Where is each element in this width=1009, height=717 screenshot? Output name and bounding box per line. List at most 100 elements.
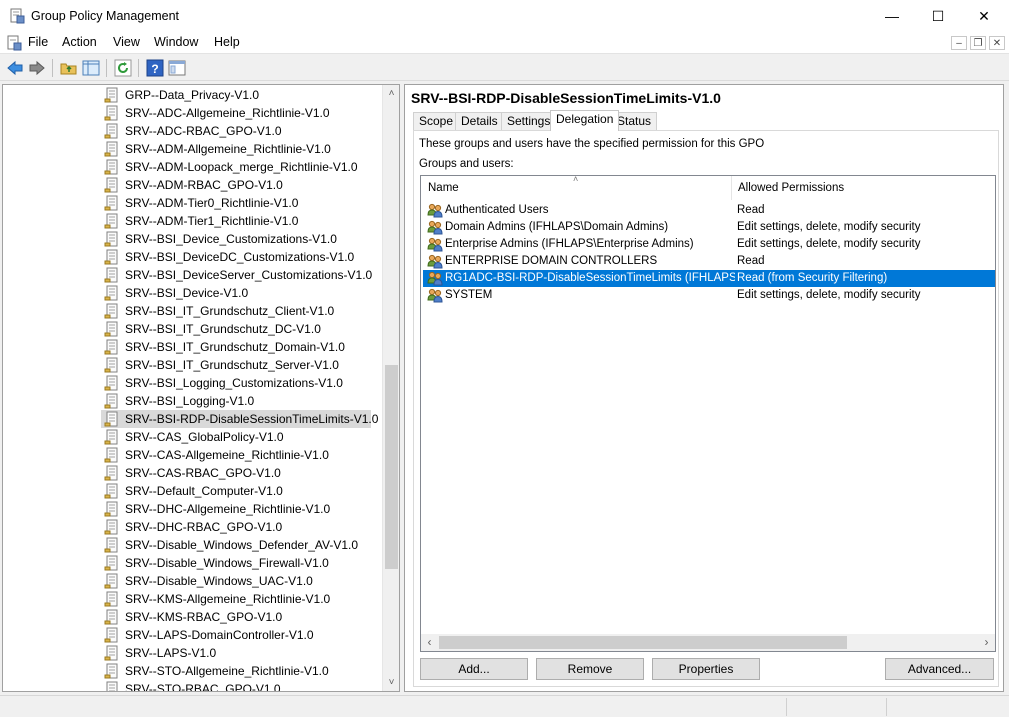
tree-item-label: SRV--ADM-Allgemeine_Richtlinie-V1.0 bbox=[125, 142, 331, 156]
toolbar-separator bbox=[106, 59, 107, 77]
tree-item-gpo[interactable]: SRV--Disable_Windows_UAC-V1.0 bbox=[101, 572, 371, 590]
menu-file[interactable]: File bbox=[28, 35, 48, 49]
close-button[interactable]: ✕ bbox=[961, 0, 1007, 32]
minimize-button[interactable]: — bbox=[869, 0, 915, 32]
tree-item-gpo[interactable]: SRV--LAPS-V1.0 bbox=[101, 644, 371, 662]
tree-item-gpo[interactable]: SRV--Disable_Windows_Firewall-V1.0 bbox=[101, 554, 371, 572]
tree-item-gpo[interactable]: SRV--BSI_IT_Grundschutz_Domain-V1.0 bbox=[101, 338, 371, 356]
permission-row[interactable]: Domain Admins (IFHLAPS\Domain Admins) Edi… bbox=[423, 219, 995, 236]
scroll-down-arrow-icon[interactable]: ˅ bbox=[383, 674, 399, 691]
tree-item-gpo[interactable]: SRV--ADC-Allgemeine_Richtlinie-V1.0 bbox=[101, 104, 371, 122]
row-name: SYSTEM bbox=[445, 289, 493, 301]
horizontal-scroll-thumb[interactable] bbox=[439, 636, 847, 649]
tree-vertical-scrollbar[interactable]: ˄ ˅ bbox=[382, 85, 399, 691]
menu-help[interactable]: Help bbox=[214, 35, 240, 49]
tree-item-gpo[interactable]: SRV--STO-RBAC_GPO-V1.0 bbox=[101, 680, 371, 691]
tree-item-gpo[interactable]: SRV--Default_Computer-V1.0 bbox=[101, 482, 371, 500]
tree-item-gpo[interactable]: SRV--BSI_Logging_Customizations-V1.0 bbox=[101, 374, 371, 392]
gpo-icon bbox=[104, 357, 120, 373]
mdi-restore-button[interactable]: ❐ bbox=[970, 36, 986, 50]
menu-action[interactable]: Action bbox=[62, 35, 97, 49]
tab-settings[interactable]: Settings bbox=[501, 112, 557, 130]
maximize-button[interactable]: ☐ bbox=[915, 0, 961, 32]
menu-view[interactable]: View bbox=[113, 35, 140, 49]
gpo-title: SRV--BSI-RDP-DisableSessionTimeLimits-V1… bbox=[411, 90, 721, 106]
add-button[interactable]: Add... bbox=[420, 658, 528, 680]
mdi-minimize-button[interactable]: – bbox=[951, 36, 967, 50]
status-cell bbox=[886, 698, 1006, 716]
tree-item-gpo[interactable]: SRV--CAS-Allgemeine_Richtlinie-V1.0 bbox=[101, 446, 371, 464]
tree-item-gpo[interactable]: SRV--KMS-Allgemeine_Richtlinie-V1.0 bbox=[101, 590, 371, 608]
tree-item-gpo[interactable]: SRV--BSI-RDP-DisableSessionTimeLimits-V1… bbox=[101, 410, 378, 428]
tree-item-gpo[interactable]: SRV--DHC-Allgemeine_Richtlinie-V1.0 bbox=[101, 500, 371, 518]
tree-item-label: SRV--ADM-Tier1_Richtlinie-V1.0 bbox=[125, 214, 299, 228]
row-name: Domain Admins (IFHLAPS\Domain Admins) bbox=[445, 221, 669, 233]
gpo-icon bbox=[104, 609, 120, 625]
tree-item-gpo[interactable]: SRV--ADC-RBAC_GPO-V1.0 bbox=[101, 122, 371, 140]
permission-row[interactable]: RG1ADC-BSI-RDP-DisableSessionTimeLimits … bbox=[423, 270, 995, 287]
scroll-left-arrow-icon[interactable]: ‹ bbox=[421, 634, 438, 651]
column-name[interactable]: Name bbox=[428, 182, 459, 194]
forward-icon[interactable] bbox=[28, 59, 46, 77]
menu-window[interactable]: Window bbox=[154, 35, 198, 49]
tree-item-gpo[interactable]: SRV--ADM-Tier1_Richtlinie-V1.0 bbox=[101, 212, 371, 230]
properties-button[interactable]: Properties bbox=[652, 658, 760, 680]
show-hide-tree-icon[interactable] bbox=[82, 59, 100, 77]
tree-item-gpo[interactable]: SRV--BSI_Device_Customizations-V1.0 bbox=[101, 230, 371, 248]
tree-item-gpo[interactable]: SRV--CAS-RBAC_GPO-V1.0 bbox=[101, 464, 371, 482]
column-allowed-permissions[interactable]: Allowed Permissions bbox=[738, 182, 844, 194]
tree-item-gpo[interactable]: SRV--LAPS-DomainController-V1.0 bbox=[101, 626, 371, 644]
tree-item-gpo[interactable]: SRV--KMS-RBAC_GPO-V1.0 bbox=[101, 608, 371, 626]
up-folder-icon[interactable] bbox=[60, 59, 78, 77]
mdi-close-button[interactable]: ✕ bbox=[989, 36, 1005, 50]
tree-item-gpo[interactable]: SRV--CAS_GlobalPolicy-V1.0 bbox=[101, 428, 371, 446]
console-icon[interactable] bbox=[6, 35, 22, 51]
properties-pane-icon[interactable] bbox=[168, 59, 186, 77]
tree-item-label: SRV--BSI_DeviceDC_Customizations-V1.0 bbox=[125, 250, 355, 264]
tree-item-gpo[interactable]: SRV--BSI_Device-V1.0 bbox=[101, 284, 371, 302]
tree-item-label: SRV--ADC-RBAC_GPO-V1.0 bbox=[125, 124, 282, 138]
tree-item-gpo[interactable]: GRP--Data_Privacy-V1.0 bbox=[101, 86, 371, 104]
tab-delegation[interactable]: Delegation bbox=[550, 110, 620, 131]
tree-item-gpo[interactable]: SRV--BSI_DeviceServer_Customizations-V1.… bbox=[101, 266, 372, 284]
scroll-up-arrow-icon[interactable]: ˄ bbox=[383, 85, 399, 102]
tab-scope[interactable]: Scope bbox=[413, 112, 460, 130]
row-permission: Read bbox=[737, 255, 765, 267]
help-icon[interactable]: ? bbox=[146, 59, 164, 77]
gpo-icon bbox=[104, 465, 120, 481]
gpo-icon bbox=[104, 501, 120, 517]
list-horizontal-scrollbar[interactable]: ‹ › bbox=[421, 634, 995, 651]
permission-row[interactable]: Authenticated Users Read bbox=[423, 202, 995, 219]
permission-row[interactable]: SYSTEM Edit settings, delete, modify secu… bbox=[423, 287, 995, 304]
list-header: ˄ Name Allowed Permissions bbox=[421, 176, 995, 200]
permission-row[interactable]: ENTERPRISE DOMAIN CONTROLLERS Read bbox=[423, 253, 995, 270]
tree-item-gpo[interactable]: SRV--ADM-Loopack_merge_Richtlinie-V1.0 bbox=[101, 158, 371, 176]
column-divider[interactable] bbox=[731, 176, 732, 200]
tree-item-gpo[interactable]: SRV--ADM-RBAC_GPO-V1.0 bbox=[101, 176, 371, 194]
tab-details[interactable]: Details bbox=[455, 112, 504, 130]
advanced-button[interactable]: Advanced... bbox=[885, 658, 994, 680]
scroll-right-arrow-icon[interactable]: › bbox=[978, 634, 995, 651]
gpo-icon bbox=[104, 249, 120, 265]
row-name: ENTERPRISE DOMAIN CONTROLLERS bbox=[445, 255, 658, 267]
back-icon[interactable] bbox=[6, 59, 24, 77]
tree-item-gpo[interactable]: SRV--ADM-Allgemeine_Richtlinie-V1.0 bbox=[101, 140, 371, 158]
tree-item-gpo[interactable]: SRV--BSI_Logging-V1.0 bbox=[101, 392, 371, 410]
scroll-thumb[interactable] bbox=[385, 365, 398, 569]
remove-button[interactable]: Remove bbox=[536, 658, 644, 680]
tree-item-gpo[interactable]: SRV--ADM-Tier0_Richtlinie-V1.0 bbox=[101, 194, 371, 212]
tree-item-gpo[interactable]: SRV--BSI_IT_Grundschutz_Server-V1.0 bbox=[101, 356, 371, 374]
tree-item-gpo[interactable]: SRV--BSI_IT_Grundschutz_Client-V1.0 bbox=[101, 302, 371, 320]
permissions-list[interactable]: ˄ Name Allowed Permissions Authenticated… bbox=[420, 175, 996, 652]
gpo-icon bbox=[104, 123, 120, 139]
permission-row[interactable]: Enterprise Admins (IFHLAPS\Enterprise Ad… bbox=[423, 236, 995, 253]
tree-item-gpo[interactable]: SRV--STO-Allgemeine_Richtlinie-V1.0 bbox=[101, 662, 371, 680]
tree-item-gpo[interactable]: SRV--BSI_DeviceDC_Customizations-V1.0 bbox=[101, 248, 371, 266]
tree-item-gpo[interactable]: SRV--Disable_Windows_Defender_AV-V1.0 bbox=[101, 536, 371, 554]
gpo-tree-pane: GRP--Data_Privacy-V1.0 SRV--ADC-Allgemein… bbox=[2, 84, 400, 692]
gpo-icon bbox=[104, 303, 120, 319]
refresh-icon[interactable] bbox=[114, 59, 132, 77]
gpo-icon bbox=[104, 681, 120, 691]
tree-item-gpo[interactable]: SRV--DHC-RBAC_GPO-V1.0 bbox=[101, 518, 371, 536]
tree-item-gpo[interactable]: SRV--BSI_IT_Grundschutz_DC-V1.0 bbox=[101, 320, 371, 338]
